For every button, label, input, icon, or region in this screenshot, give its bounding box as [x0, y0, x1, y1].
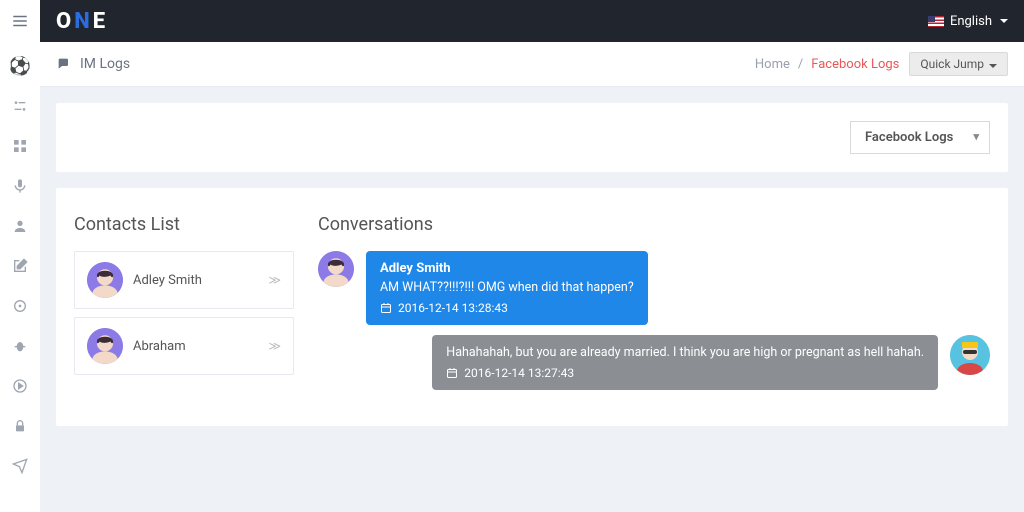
page-header: IM Logs Home / Facebook Logs Quick Jump	[40, 42, 1024, 87]
grid-icon	[12, 138, 28, 154]
log-type-panel: Facebook Logs	[56, 103, 1008, 172]
edit-icon	[12, 258, 28, 274]
page-title: IM Logs	[80, 56, 130, 72]
calendar-icon	[380, 302, 392, 314]
sidebar-item-bug[interactable]	[12, 338, 28, 354]
contact-name: Adley Smith	[133, 273, 258, 288]
breadcrumb-current: Facebook Logs	[811, 57, 899, 72]
conversations-column: Conversations Adley Smith AM WHAT??!!!?!…	[318, 214, 990, 400]
topbar: ONE English	[40, 0, 1024, 42]
breadcrumb-sep: /	[798, 57, 803, 72]
sidebar-item-target[interactable]	[12, 298, 28, 314]
avatar	[87, 328, 123, 364]
log-type-value: Facebook Logs	[865, 130, 953, 145]
conversations-heading: Conversations	[318, 214, 990, 235]
contact-item[interactable]: Adley Smith ≫	[74, 251, 294, 309]
content-area: IM Logs Home / Facebook Logs Quick Jump …	[40, 42, 1024, 512]
message-sender: Adley Smith	[380, 261, 634, 276]
sliders-icon	[12, 98, 28, 114]
quick-jump-button[interactable]: Quick Jump	[909, 52, 1008, 76]
avatar	[950, 335, 990, 375]
sidebar: ⚽	[0, 42, 40, 512]
sidebar-item-settings[interactable]	[12, 98, 28, 114]
message-text: Hahahahah, but you are already married. …	[446, 345, 924, 360]
user-icon	[12, 218, 28, 234]
sidebar-item-dashboard[interactable]: ⚽	[12, 58, 28, 74]
message-row: Adley Smith AM WHAT??!!!?!!! OMG when di…	[318, 251, 990, 325]
menu-icon	[11, 12, 29, 30]
play-circle-icon	[12, 378, 28, 394]
message-text: AM WHAT??!!!?!!! OMG when did that happe…	[380, 280, 634, 295]
send-icon	[12, 458, 28, 474]
sidebar-item-lock[interactable]	[12, 418, 28, 434]
message-bubble: Hahahahah, but you are already married. …	[432, 335, 938, 390]
sidebar-item-send[interactable]	[12, 458, 28, 474]
chevron-down-icon	[1000, 19, 1008, 23]
bug-icon	[12, 338, 28, 354]
language-label: English	[950, 14, 992, 29]
sidebar-item-play[interactable]	[12, 378, 28, 394]
soccer-icon: ⚽	[9, 56, 31, 77]
main-panel: Contacts List Adley Smith ≫ Abraham ≫ Co…	[56, 188, 1008, 426]
flag-us-icon	[928, 16, 944, 27]
sidebar-item-user[interactable]	[12, 218, 28, 234]
contact-item[interactable]: Abraham ≫	[74, 317, 294, 375]
message-bubble: Adley Smith AM WHAT??!!!?!!! OMG when di…	[366, 251, 648, 325]
message-timestamp: 2016-12-14 13:28:43	[398, 301, 508, 315]
language-selector[interactable]: English	[928, 14, 1008, 29]
contact-name: Abraham	[133, 339, 258, 354]
target-icon	[12, 298, 28, 314]
sidebar-item-mic[interactable]	[12, 178, 28, 194]
avatar	[87, 262, 123, 298]
chevron-down-icon	[989, 64, 997, 68]
quick-jump-label: Quick Jump	[920, 57, 984, 71]
chevron-right-icon: ≫	[268, 339, 281, 353]
log-type-select[interactable]: Facebook Logs	[850, 121, 990, 154]
sidebar-item-edit[interactable]	[12, 258, 28, 274]
mic-icon	[12, 178, 28, 194]
breadcrumb-home[interactable]: Home	[755, 57, 790, 72]
message-timestamp: 2016-12-14 13:27:43	[464, 366, 574, 380]
logo-o: O	[56, 9, 72, 34]
calendar-icon	[446, 367, 458, 379]
contacts-column: Contacts List Adley Smith ≫ Abraham ≫	[74, 214, 294, 400]
breadcrumb: Home / Facebook Logs	[755, 57, 899, 72]
logo-e: E	[93, 9, 106, 34]
menu-toggle[interactable]	[0, 0, 40, 42]
avatar	[318, 251, 354, 287]
chevron-right-icon: ≫	[268, 273, 281, 287]
sidebar-item-apps[interactable]	[12, 138, 28, 154]
lock-icon	[12, 418, 28, 434]
chat-icon	[56, 56, 72, 72]
logo-n: N	[74, 9, 91, 34]
message-row: Hahahahah, but you are already married. …	[318, 335, 990, 390]
contacts-heading: Contacts List	[74, 214, 294, 235]
logo: ONE	[56, 9, 106, 34]
